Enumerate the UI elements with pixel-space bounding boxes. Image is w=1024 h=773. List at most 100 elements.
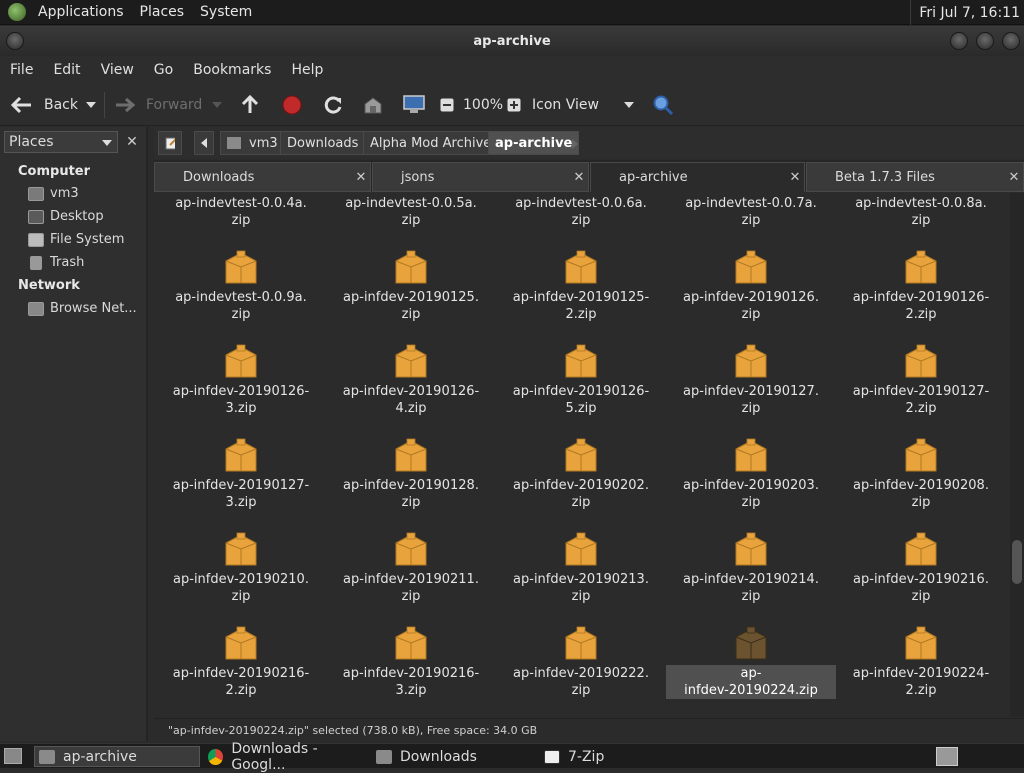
- window-menu-icon[interactable]: [6, 32, 24, 50]
- zoom-in-button[interactable]: [507, 84, 521, 126]
- file-item[interactable]: ap-indevtest-0.0.7a. zip: [666, 193, 836, 229]
- file-item[interactable]: ap-infdev-20190213. zip: [496, 531, 666, 605]
- sidebar-type-select[interactable]: Places: [4, 131, 118, 153]
- view-mode-select[interactable]: Icon View: [532, 84, 599, 126]
- tab-downloads[interactable]: Downloads ✕: [154, 162, 371, 192]
- close-sidebar-icon[interactable]: ✕: [122, 132, 142, 152]
- close-tab-icon[interactable]: ✕: [570, 170, 588, 185]
- file-item[interactable]: ap-indevtest-0.0.6a. zip: [496, 193, 666, 229]
- file-item[interactable]: ap-infdev-20190216- 3.zip: [326, 625, 496, 699]
- file-item[interactable]: ap-infdev-20190126- 2.zip: [836, 249, 1006, 323]
- back-button[interactable]: Back: [10, 84, 78, 126]
- places-menu[interactable]: Places: [132, 4, 193, 20]
- file-item[interactable]: ap-infdev-20190216. zip: [836, 531, 1006, 605]
- file-item[interactable]: ap-infdev-20190216- 2.zip: [156, 625, 326, 699]
- path-scroll-right[interactable]: [572, 138, 578, 153]
- menu-edit[interactable]: Edit: [43, 62, 90, 78]
- menu-file[interactable]: File: [0, 62, 43, 78]
- task-7zip[interactable]: 7-Zip: [540, 746, 706, 767]
- file-item[interactable]: ap-indevtest-0.0.9a. zip: [156, 249, 326, 323]
- sidebar-item-vm3[interactable]: vm3: [28, 186, 79, 201]
- menu-view[interactable]: View: [91, 62, 144, 78]
- file-item[interactable]: ap-infdev-20190127- 3.zip: [156, 437, 326, 511]
- workspace-switcher[interactable]: [936, 747, 958, 766]
- file-item[interactable]: ap-infdev-20190224- 2.zip: [836, 625, 1006, 699]
- reload-button[interactable]: [322, 84, 344, 126]
- file-item[interactable]: ap-infdev-20190125. zip: [326, 249, 496, 323]
- crumb-alpha-mod-archive[interactable]: Alpha Mod Archive: [363, 131, 499, 155]
- scrollbar-thumb[interactable]: [1012, 540, 1022, 584]
- system-menu[interactable]: System: [192, 4, 260, 20]
- applications-menu[interactable]: Applications: [30, 4, 132, 20]
- task-chrome-downloads[interactable]: Downloads - Googl...: [204, 741, 370, 773]
- path-scroll-left[interactable]: [194, 131, 214, 155]
- window-titlebar[interactable]: ap-archive: [0, 26, 1024, 56]
- file-item[interactable]: ap-infdev-20190222. zip: [496, 625, 666, 699]
- menu-bookmarks[interactable]: Bookmarks: [183, 62, 281, 78]
- zoom-level[interactable]: 100%: [463, 84, 503, 126]
- sidebar-item-trash[interactable]: Trash: [28, 255, 84, 270]
- minimize-button[interactable]: [950, 32, 968, 50]
- sidebar-item-desktop[interactable]: Desktop: [28, 209, 104, 224]
- file-item[interactable]: ap-infdev-20190126- 3.zip: [156, 343, 326, 417]
- maximize-button[interactable]: [976, 32, 994, 50]
- zip-archive-icon: [225, 344, 257, 378]
- file-item[interactable]: ap-infdev-20190127- 2.zip: [836, 343, 1006, 417]
- file-icon-view[interactable]: ap-indevtest-0.0.4a. zip ap-indevtest-0.0…: [156, 193, 1008, 717]
- file-name: ap-infdev-20190125. zip: [343, 290, 479, 322]
- home-icon: [364, 97, 382, 114]
- file-item[interactable]: ap-infdev-20190202. zip: [496, 437, 666, 511]
- tab-jsons[interactable]: jsons ✕: [372, 162, 589, 192]
- sidebar-item-browse-network[interactable]: Browse Net...: [28, 301, 137, 316]
- crumb-vm3[interactable]: vm3: [220, 131, 285, 155]
- tab-ap-archive[interactable]: ap-archive ✕: [590, 162, 805, 192]
- file-item[interactable]: ap-infdev-20190127. zip: [666, 343, 836, 417]
- menu-help[interactable]: Help: [281, 62, 333, 78]
- file-item[interactable]: ap-indevtest-0.0.4a. zip: [156, 193, 326, 229]
- file-item[interactable]: ap-infdev-20190203. zip: [666, 437, 836, 511]
- menu-go[interactable]: Go: [144, 62, 183, 78]
- clock[interactable]: Fri Jul 7, 16:11: [910, 0, 1024, 25]
- file-item[interactable]: ap-infdev-20190126- 5.zip: [496, 343, 666, 417]
- show-desktop-icon[interactable]: [4, 748, 22, 764]
- close-tab-icon[interactable]: ✕: [1005, 170, 1023, 185]
- file-item[interactable]: ap-infdev-20190214. zip: [666, 531, 836, 605]
- forward-history-dropdown[interactable]: [212, 84, 222, 126]
- close-button[interactable]: [1002, 32, 1020, 50]
- file-item[interactable]: ap-indevtest-0.0.5a. zip: [326, 193, 496, 229]
- file-item[interactable]: ap-infdev-20190126. zip: [666, 249, 836, 323]
- menu-bar: File Edit View Go Bookmarks Help: [0, 56, 1024, 84]
- file-item[interactable]: ap-infdev-20190125- 2.zip: [496, 249, 666, 323]
- toolbar: Back Forward 100% Icon View: [0, 84, 1024, 126]
- forward-button[interactable]: Forward: [114, 84, 202, 126]
- file-name: ap-indevtest-0.0.8a. zip: [855, 196, 987, 228]
- tab-beta-files[interactable]: Beta 1.7.3 Files ✕: [806, 162, 1024, 192]
- view-mode-dropdown[interactable]: [624, 84, 634, 126]
- close-tab-icon[interactable]: ✕: [786, 170, 804, 185]
- distro-logo-icon[interactable]: [8, 3, 26, 21]
- search-button[interactable]: [652, 84, 674, 126]
- zoom-out-button[interactable]: [440, 84, 454, 126]
- task-ap-archive[interactable]: ap-archive: [34, 746, 200, 767]
- file-item[interactable]: ap-infdev-20190208. zip: [836, 437, 1006, 511]
- file-item[interactable]: ap-infdev-20190224.zip: [666, 625, 836, 699]
- bottom-panel: ap-archive Downloads - Googl... Download…: [0, 741, 1024, 773]
- vertical-scrollbar[interactable]: [1010, 193, 1024, 717]
- file-item[interactable]: ap-infdev-20190128. zip: [326, 437, 496, 511]
- back-history-dropdown[interactable]: [86, 84, 96, 126]
- sidebar-item-file-system[interactable]: File System: [28, 232, 124, 247]
- crumb-downloads[interactable]: Downloads: [280, 131, 366, 155]
- file-item[interactable]: ap-infdev-20190211. zip: [326, 531, 496, 605]
- file-item[interactable]: ap-infdev-20190126- 4.zip: [326, 343, 496, 417]
- up-button[interactable]: [240, 84, 260, 126]
- stop-button[interactable]: [282, 84, 302, 126]
- home-button[interactable]: [362, 84, 384, 126]
- edit-location-button[interactable]: [158, 131, 182, 155]
- task-downloads[interactable]: Downloads: [372, 746, 538, 767]
- crumb-ap-archive[interactable]: ap-archive: [488, 131, 580, 155]
- file-item[interactable]: ap-indevtest-0.0.8a. zip: [836, 193, 1006, 229]
- computer-button[interactable]: [402, 84, 426, 126]
- zip-archive-icon: [735, 344, 767, 378]
- file-item[interactable]: ap-infdev-20190210. zip: [156, 531, 326, 605]
- close-tab-icon[interactable]: ✕: [352, 170, 370, 185]
